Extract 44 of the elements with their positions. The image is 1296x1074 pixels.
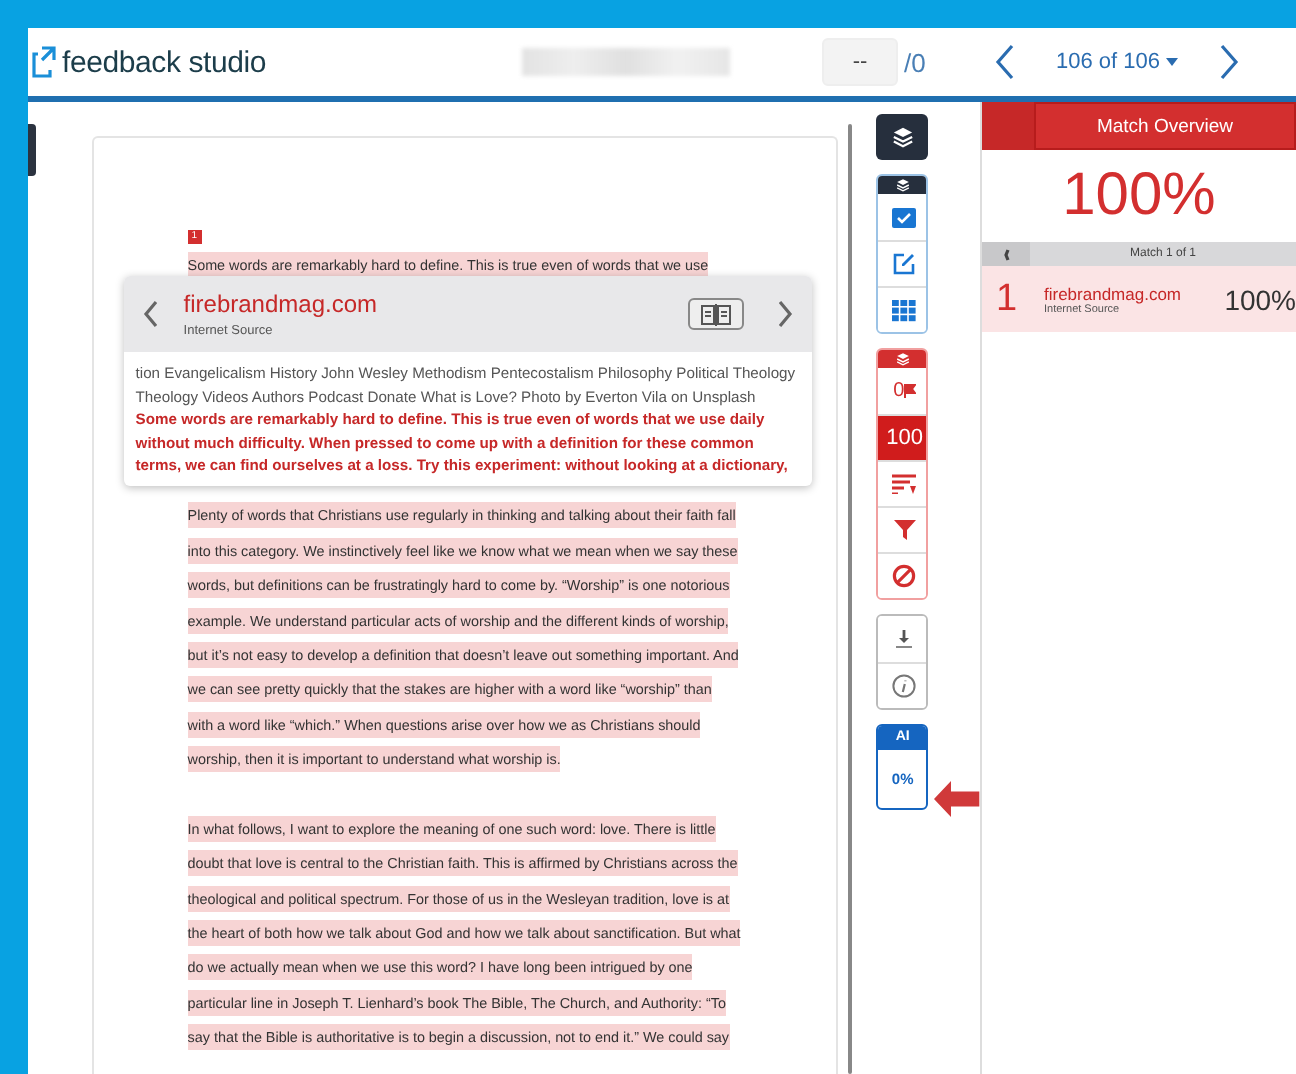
book-icon bbox=[697, 303, 734, 325]
submission-selector[interactable]: 106 of 106 bbox=[1044, 48, 1190, 76]
next-button[interactable] bbox=[1218, 42, 1242, 82]
exclusions-button[interactable] bbox=[878, 552, 927, 598]
download-icon bbox=[896, 630, 913, 648]
chevron-right-icon bbox=[775, 298, 796, 330]
source-name[interactable]: firebrandmag.com bbox=[1044, 283, 1225, 303]
match-number: 1 bbox=[996, 277, 1020, 321]
brand-name: feedback studio bbox=[62, 45, 267, 79]
compare-button[interactable] bbox=[687, 298, 744, 330]
similarity-score[interactable]: 100 bbox=[878, 414, 927, 460]
layers-button[interactable] bbox=[876, 114, 929, 160]
page-field[interactable]: -- bbox=[822, 38, 898, 86]
page-total: /0 bbox=[904, 47, 928, 77]
previous-match-button[interactable] bbox=[139, 298, 160, 330]
info-icon bbox=[892, 674, 917, 698]
source-name[interactable]: firebrandmag.com bbox=[183, 290, 688, 318]
layers-icon bbox=[895, 178, 910, 192]
chevron-left-icon bbox=[1000, 245, 1012, 263]
logo-icon bbox=[32, 46, 56, 78]
back-button[interactable] bbox=[982, 242, 1030, 266]
layers-icon bbox=[891, 126, 914, 148]
match-percent: 100% bbox=[1224, 283, 1296, 315]
overall-score: 100% bbox=[1060, 162, 1218, 230]
previous-button[interactable] bbox=[992, 42, 1016, 82]
info-button[interactable] bbox=[878, 662, 927, 708]
chevron-right-icon bbox=[1218, 42, 1242, 82]
scrollbar[interactable] bbox=[847, 124, 853, 1074]
panel-title: Match Overview bbox=[1034, 102, 1296, 150]
flag-icon bbox=[904, 384, 917, 398]
list-icon bbox=[892, 474, 917, 494]
prohibited-icon bbox=[892, 564, 917, 588]
next-match-button[interactable] bbox=[775, 298, 796, 330]
chevron-left-icon bbox=[992, 42, 1016, 82]
flags-count: 0 bbox=[893, 380, 905, 402]
edit-icon bbox=[892, 252, 917, 276]
filter-icon bbox=[893, 520, 916, 540]
chevron-left-icon bbox=[139, 298, 160, 330]
caret-icon bbox=[1166, 58, 1178, 66]
rubric-button[interactable] bbox=[878, 286, 927, 332]
arrow-icon bbox=[934, 780, 980, 818]
checkbox-icon bbox=[892, 207, 917, 227]
layers-icon bbox=[895, 352, 910, 366]
grid-icon bbox=[892, 299, 917, 321]
